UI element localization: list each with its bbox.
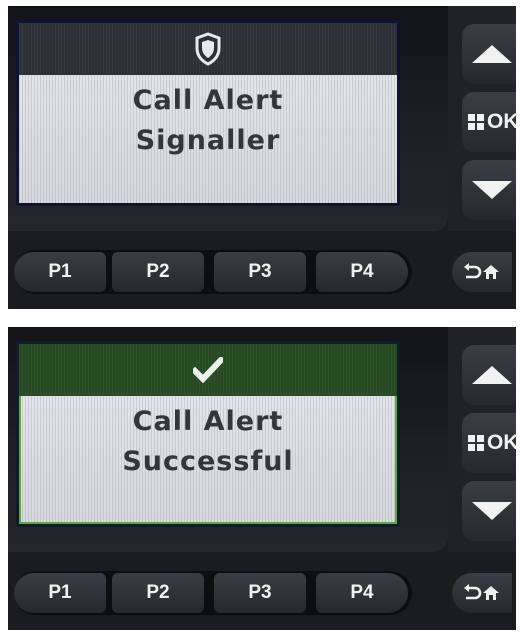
radio-panel-successful: Call Alert Successful OK P1 P2 P3 P4 [8,327,516,630]
message-line-1: Call Alert [132,85,284,116]
p2-button[interactable]: P2 [112,573,204,613]
lcd-screen: Call Alert Signaller [19,23,397,203]
back-home-button[interactable] [452,252,512,292]
p4-button[interactable]: P4 [316,573,408,613]
lcd-display: Call Alert Successful [16,341,400,527]
navigation-keys: OK [448,327,516,552]
lcd-display: Call Alert Signaller [16,20,400,206]
p1-button[interactable]: P1 [14,252,106,292]
message-line-2: Signaller [135,125,281,156]
message-line-1: Call Alert [132,406,284,437]
p4-button[interactable]: P4 [316,252,408,292]
lcd-message: Call Alert Successful [19,402,397,482]
checkmark-icon [193,357,223,383]
back-home-icon [464,263,499,279]
lcd-message: Call Alert Signaller [19,81,397,161]
ok-label: OK [487,110,516,133]
programmable-button-row: P1 P2 P3 P4 [8,559,516,630]
display-bezel: Call Alert Signaller [8,6,448,231]
programmable-button-row: P1 P2 P3 P4 [8,238,516,309]
message-line-2: Successful [122,446,294,477]
ok-menu-button[interactable]: OK [462,92,516,152]
back-home-button[interactable] [452,573,512,613]
ok-menu-button[interactable]: OK [462,413,516,473]
navigation-keys: OK [448,6,516,231]
lcd-status-bar [19,344,397,396]
up-button[interactable] [462,24,516,84]
up-arrow-icon [472,366,512,384]
p2-button[interactable]: P2 [112,252,204,292]
menu-grid-icon [468,435,484,451]
up-arrow-icon [472,45,512,63]
p3-button[interactable]: P3 [214,573,306,613]
p3-button[interactable]: P3 [214,252,306,292]
back-home-icon [464,584,499,600]
display-bezel: Call Alert Successful [8,327,448,552]
ok-label: OK [487,431,516,454]
menu-grid-icon [468,114,484,130]
p1-button[interactable]: P1 [14,573,106,613]
down-arrow-icon [472,502,512,520]
lcd-status-bar [19,23,397,75]
down-button[interactable] [462,160,516,220]
up-button[interactable] [462,345,516,405]
down-button[interactable] [462,481,516,541]
radio-panel-signaller: Call Alert Signaller OK P1 P2 P3 P4 [8,6,516,309]
shield-icon [195,32,221,66]
lcd-screen: Call Alert Successful [19,344,397,524]
down-arrow-icon [472,181,512,199]
